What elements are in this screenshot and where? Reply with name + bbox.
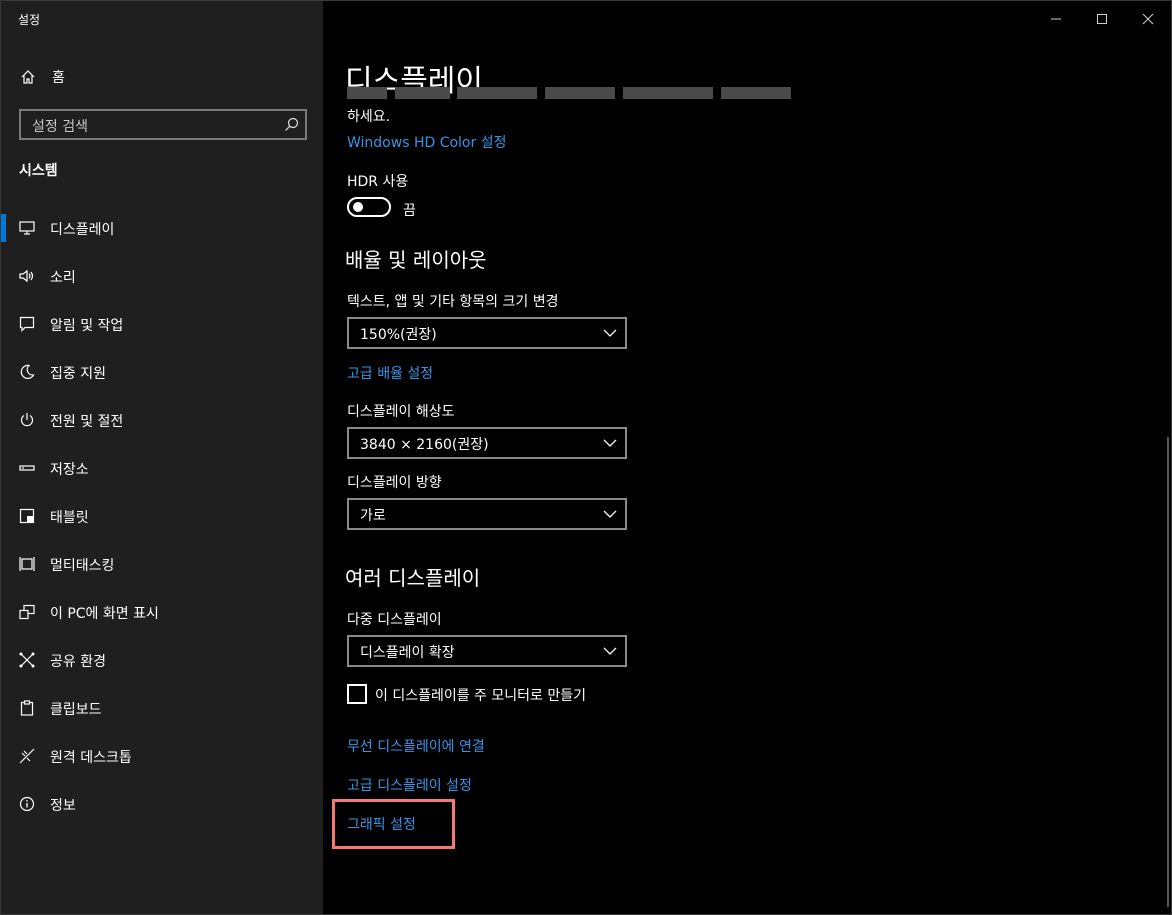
tablet-icon bbox=[19, 508, 35, 524]
advanced-display-link[interactable]: 고급 디스플레이 설정 bbox=[347, 775, 472, 795]
sidebar-item-label: 멀티태스킹 bbox=[50, 558, 115, 574]
orientation-label: 디스플레이 방향 bbox=[347, 475, 442, 491]
sidebar-item-clipboard[interactable]: 클립보드 bbox=[1, 688, 323, 728]
info-icon bbox=[19, 796, 35, 812]
search-placeholder: 설정 검색 bbox=[32, 119, 88, 135]
orientation-value: 가로 bbox=[360, 508, 386, 524]
sidebar-item-tablet[interactable]: 태블릿 bbox=[1, 496, 323, 536]
toggle-knob bbox=[353, 202, 363, 212]
clipped-description-text bbox=[347, 87, 827, 103]
home-icon bbox=[21, 70, 35, 84]
sidebar-item-label: 알림 및 작업 bbox=[50, 318, 124, 334]
multiple-displays-heading: 여러 디스플레이 bbox=[345, 566, 481, 590]
sidebar: 설정 홈 설정 검색 시스템 디스플레이 소리 알림 및 작업 집중 지원 전원… bbox=[1, 1, 323, 914]
sidebar-item-remote-desktop[interactable]: 원격 데스크톱 bbox=[1, 736, 323, 776]
sidebar-item-multitasking[interactable]: 멀티태스킹 bbox=[1, 544, 323, 584]
hdr-toggle-state: 끔 bbox=[403, 203, 416, 219]
sidebar-item-label: 집중 지원 bbox=[50, 366, 106, 382]
sidebar-item-notifications[interactable]: 알림 및 작업 bbox=[1, 304, 323, 344]
sidebar-item-display[interactable]: 디스플레이 bbox=[1, 208, 323, 248]
selection-indicator bbox=[1, 214, 6, 242]
sidebar-item-label: 전원 및 절전 bbox=[50, 414, 124, 430]
settings-window: 설정 홈 설정 검색 시스템 디스플레이 소리 알림 및 작업 집중 지원 전원… bbox=[0, 0, 1172, 915]
project-icon bbox=[19, 604, 35, 620]
sidebar-item-about[interactable]: 정보 bbox=[1, 784, 323, 824]
moon-icon bbox=[20, 364, 35, 379]
hdr-description: 하세요. bbox=[347, 109, 391, 125]
scale-dropdown[interactable]: 150%(권장) bbox=[347, 317, 627, 349]
resolution-value: 3840 × 2160(권장) bbox=[360, 437, 489, 453]
message-icon bbox=[19, 316, 35, 332]
sidebar-item-project-to-pc[interactable]: 이 PC에 화면 표시 bbox=[1, 592, 323, 632]
chevron-down-icon bbox=[603, 439, 617, 447]
hdr-label: HDR 사용 bbox=[347, 174, 409, 190]
section-label-system: 시스템 bbox=[19, 163, 58, 179]
sidebar-item-label: 공유 환경 bbox=[50, 654, 106, 670]
multi-display-label: 다중 디스플레이 bbox=[347, 612, 442, 628]
advanced-scaling-link[interactable]: 고급 배율 설정 bbox=[347, 363, 433, 383]
multitasking-icon bbox=[19, 557, 35, 571]
sidebar-item-label: 저장소 bbox=[50, 462, 89, 478]
power-icon bbox=[20, 413, 34, 427]
main-display-checkbox-label[interactable]: 이 디스플레이를 주 모니터로 만들기 bbox=[375, 685, 586, 705]
sidebar-item-label: 소리 bbox=[50, 270, 76, 286]
storage-icon bbox=[19, 465, 35, 471]
sidebar-item-focus-assist[interactable]: 집중 지원 bbox=[1, 352, 323, 392]
sidebar-item-shared-experiences[interactable]: 공유 환경 bbox=[1, 640, 323, 680]
sidebar-item-label: 이 PC에 화면 표시 bbox=[50, 606, 159, 622]
orientation-dropdown[interactable]: 가로 bbox=[347, 498, 627, 530]
scale-label: 텍스트, 앱 및 기타 항목의 크기 변경 bbox=[347, 294, 559, 310]
hdr-toggle[interactable] bbox=[347, 197, 391, 217]
app-title: 설정 bbox=[18, 13, 41, 27]
multi-display-value: 디스플레이 확장 bbox=[360, 645, 455, 661]
scrollbar[interactable] bbox=[1167, 437, 1169, 907]
chevron-down-icon bbox=[603, 510, 617, 518]
sidebar-item-label: 디스플레이 bbox=[50, 222, 115, 238]
sidebar-item-label: 원격 데스크톱 bbox=[50, 750, 132, 766]
sidebar-item-label: 정보 bbox=[50, 798, 76, 814]
scale-layout-heading: 배율 및 레이아웃 bbox=[345, 248, 487, 272]
resolution-label: 디스플레이 해상도 bbox=[347, 404, 455, 420]
sidebar-item-label: 클립보드 bbox=[50, 702, 102, 718]
search-icon[interactable] bbox=[284, 117, 299, 132]
resolution-dropdown[interactable]: 3840 × 2160(권장) bbox=[347, 427, 627, 459]
chevron-down-icon bbox=[603, 329, 617, 337]
chevron-down-icon bbox=[603, 647, 617, 655]
speaker-icon bbox=[19, 269, 34, 283]
share-icon bbox=[19, 652, 35, 668]
main-content: 디스플레이 하세요. Windows HD Color 설정 HDR 사용 끔 … bbox=[323, 1, 1171, 914]
sidebar-item-sound[interactable]: 소리 bbox=[1, 256, 323, 296]
sidebar-item-label: 태블릿 bbox=[50, 510, 89, 526]
windows-hd-color-link[interactable]: Windows HD Color 설정 bbox=[347, 132, 506, 152]
scale-value: 150%(권장) bbox=[360, 327, 437, 343]
highlight-annotation bbox=[332, 799, 455, 849]
search-input[interactable]: 설정 검색 bbox=[19, 109, 307, 140]
home-label: 홈 bbox=[52, 70, 65, 86]
remote-desktop-icon bbox=[19, 748, 35, 764]
monitor-icon bbox=[19, 221, 35, 235]
clipboard-icon bbox=[20, 700, 34, 716]
main-display-checkbox[interactable] bbox=[347, 684, 367, 704]
multi-display-dropdown[interactable]: 디스플레이 확장 bbox=[347, 635, 627, 667]
sidebar-item-storage[interactable]: 저장소 bbox=[1, 448, 323, 488]
sidebar-item-power[interactable]: 전원 및 절전 bbox=[1, 400, 323, 440]
home-nav-item[interactable]: 홈 bbox=[1, 61, 323, 93]
wireless-display-link[interactable]: 무선 디스플레이에 연결 bbox=[347, 736, 485, 756]
